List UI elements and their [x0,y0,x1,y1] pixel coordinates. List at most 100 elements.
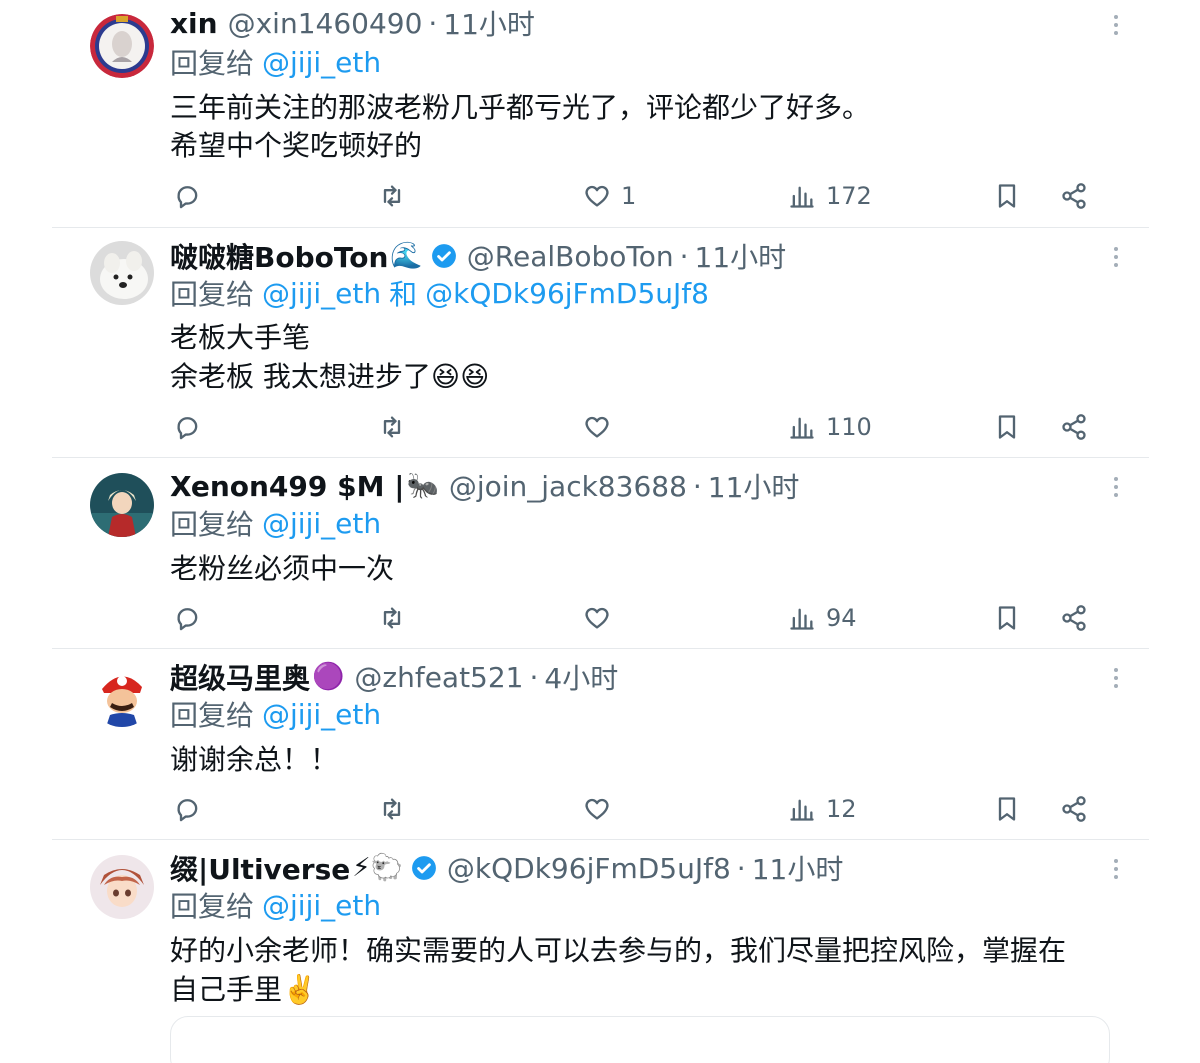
timestamp[interactable]: 4小时 [544,657,618,697]
separator-dot: · [736,851,746,885]
quoted-card[interactable] [170,1016,1110,1063]
display-name[interactable]: xin [170,7,218,40]
avatar[interactable] [90,14,154,78]
user-handle[interactable]: @zhfeat521 [354,661,523,694]
heart-icon [585,416,609,438]
separator-dot: · [428,6,438,40]
mention-link[interactable]: @jiji_eth [262,507,381,540]
reply-prefix: 回复给 [170,508,255,541]
timestamp[interactable]: 11小时 [708,466,800,506]
view-count: 94 [826,604,857,632]
display-name[interactable]: 超级马里奥 [170,657,310,697]
mention-link[interactable]: @jiji_eth [262,46,381,79]
retweet-button[interactable] [378,789,406,829]
share-button[interactable] [1060,176,1088,216]
reply-icon [177,608,198,631]
views-icon [790,417,814,439]
view-count: 110 [826,413,872,441]
share-button[interactable] [1060,789,1088,829]
action-bar: 94 [0,598,1200,638]
reply-button[interactable] [174,598,202,638]
retweet-button[interactable] [378,176,406,216]
mention-link[interactable]: @jiji_eth [262,277,381,310]
name-emoji: ⚡🐑 [352,853,403,883]
reply-icon [177,799,198,822]
mention-link[interactable]: @kQDk96jFmD5uJf8 [425,277,709,310]
reply-context: 回复给 @jiji_eth [170,887,381,924]
reply-button[interactable] [174,176,202,216]
bookmark-button[interactable] [993,407,1021,447]
bookmark-button[interactable] [993,789,1021,829]
timestamp[interactable]: 11小时 [443,3,535,43]
retweet-button[interactable] [378,407,406,447]
tweet-text-line: 老粉丝必须中一次 [170,552,395,585]
more-icon[interactable] [1104,245,1128,269]
separator-dot: · [529,660,539,694]
reply-conjunction: 和 [389,278,418,311]
tweet-text-line: 三年前关注的那波老粉几乎都亏光了，评论都少了好多。 [170,91,871,124]
more-icon[interactable] [1104,666,1128,690]
reply-prefix: 回复给 [170,47,255,80]
mention-link[interactable]: @jiji_eth [262,698,381,731]
avatar[interactable] [90,855,154,919]
separator-dot: · [692,469,702,503]
bookmark-icon [998,184,1016,208]
share-icon [1062,605,1086,631]
user-handle[interactable]: @xin1460490 [228,7,423,40]
bookmark-button[interactable] [993,176,1021,216]
name-emoji: 🌊 [390,241,423,271]
avatar[interactable] [90,473,154,537]
tweet-text-line: 谢谢余总！！ [170,743,339,776]
user-handle[interactable]: @RealBoboTon [467,240,674,273]
timestamp[interactable]: 11小时 [752,848,844,888]
timestamp[interactable]: 11小时 [695,236,787,276]
share-icon [1062,414,1086,440]
views-icon [790,186,814,208]
like-button[interactable] [583,789,621,829]
reply-icon [177,186,198,209]
views-button[interactable]: 110 [788,407,872,447]
display-name[interactable]: 啵啵糖BoboTon [170,236,388,276]
avatar-image [90,14,154,78]
share-icon [1062,183,1086,209]
share-button[interactable] [1060,407,1088,447]
heart-icon [585,607,609,629]
user-handle[interactable]: @join_jack83688 [449,470,687,503]
more-icon[interactable] [1104,13,1128,37]
avatar[interactable] [90,241,154,305]
tweet-divider [52,457,1149,458]
heart-icon [585,798,609,820]
views-button[interactable]: 94 [788,598,857,638]
reply-context: 回复给 @jiji_eth [170,44,381,81]
bookmark-button[interactable] [993,598,1021,638]
reply-button[interactable] [174,407,202,447]
more-icon[interactable] [1104,857,1128,881]
more-icon[interactable] [1104,475,1128,499]
tweet-header: xin @xin1460490 · 11小时 [170,3,535,43]
like-button[interactable] [583,598,621,638]
avatar[interactable] [90,663,154,727]
tweet-text-line: 余老板 我太想进步了😆😆 [170,360,490,393]
view-count: 172 [826,182,872,210]
display-name[interactable]: Xenon499 $M | [170,470,404,503]
retweet-icon [383,185,401,207]
user-handle[interactable]: @kQDk96jFmD5uJf8 [447,852,731,885]
share-button[interactable] [1060,598,1088,638]
views-button[interactable]: 172 [788,176,872,216]
like-button[interactable] [583,407,621,447]
reply-context: 回复给 @jiji_eth [170,696,381,733]
views-button[interactable]: 12 [788,789,857,829]
reply-icon [177,417,198,440]
like-button[interactable]: 1 [583,176,636,216]
display-name[interactable]: 缀|Ultiverse [170,848,350,888]
retweet-button[interactable] [378,598,406,638]
like-count: 1 [621,182,637,210]
reply-button[interactable] [174,789,202,829]
retweet-icon [383,416,401,438]
views-icon [790,799,814,821]
avatar-image [90,855,154,919]
tweet-divider [52,839,1149,840]
retweet-icon [383,798,401,820]
mention-link[interactable]: @jiji_eth [262,889,381,922]
action-bar: 1 172 [0,176,1200,216]
